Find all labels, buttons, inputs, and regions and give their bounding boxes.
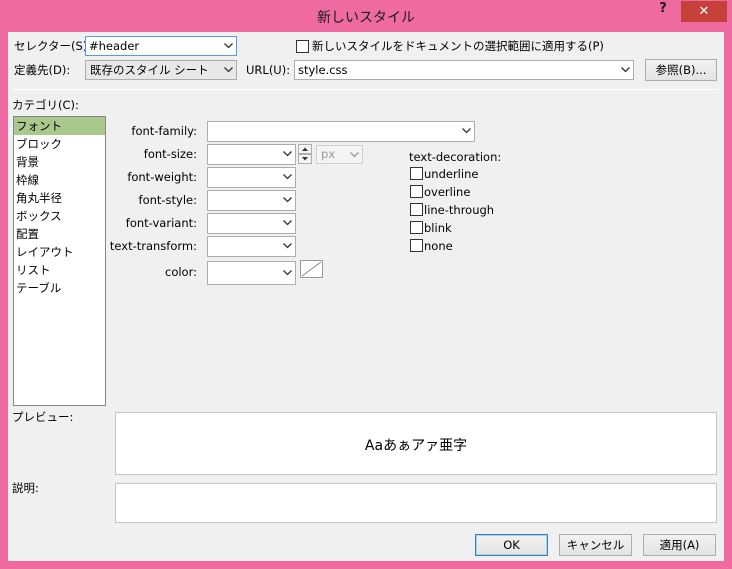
url-combobox[interactable]: style.css — [294, 60, 634, 80]
overline-label: overline — [424, 185, 471, 199]
category-item-font[interactable]: フォント — [14, 117, 105, 135]
separator — [12, 89, 718, 90]
category-item-list[interactable]: リスト — [14, 261, 105, 279]
chevron-down-icon[interactable] — [283, 243, 292, 249]
url-label: URL(U): — [246, 63, 291, 77]
category-item-border-radius[interactable]: 角丸半径 — [14, 189, 105, 207]
category-list[interactable]: フォント ブロック 背景 枠線 角丸半径 ボックス 配置 レイアウト リスト テ… — [13, 116, 106, 406]
define-in-value: 既存のスタイル シート — [90, 63, 209, 77]
font-family-label: font-family: — [131, 124, 197, 138]
category-item-position[interactable]: 配置 — [14, 225, 105, 243]
chevron-down-icon[interactable] — [283, 197, 292, 203]
category-item-block[interactable]: ブロック — [14, 135, 105, 153]
category-item-border[interactable]: 枠線 — [14, 171, 105, 189]
font-size-unit-dropdown: px — [316, 145, 363, 164]
underline-label: underline — [424, 167, 479, 181]
font-size-spinner[interactable] — [298, 144, 312, 164]
line-through-label: line-through — [424, 203, 495, 217]
color-picker-button[interactable] — [300, 260, 323, 278]
font-family-dropdown[interactable] — [207, 121, 475, 142]
dialog-body: セレクター(S): #header 新しいスタイルをドキュメントの選択範囲に適用… — [8, 32, 724, 561]
selector-value: #header — [89, 39, 140, 53]
define-in-label: 定義先(D): — [14, 63, 71, 77]
browse-button[interactable]: 参照(B)... — [645, 59, 717, 81]
title-bar: 新しいスタイル ? ✕ — [0, 0, 732, 32]
font-size-label: font-size: — [143, 147, 197, 161]
text-transform-dropdown[interactable] — [207, 236, 296, 257]
chevron-down-icon[interactable] — [283, 270, 292, 276]
category-item-table[interactable]: テーブル — [14, 279, 105, 297]
description-box — [115, 483, 717, 523]
selector-combobox[interactable]: #header — [85, 36, 237, 56]
blink-checkbox[interactable] — [410, 221, 423, 234]
spin-down-icon[interactable] — [298, 154, 312, 164]
font-weight-dropdown[interactable] — [207, 167, 296, 188]
chevron-down-icon[interactable] — [462, 128, 471, 134]
spin-up-icon[interactable] — [298, 144, 312, 154]
chevron-down-icon[interactable] — [283, 151, 292, 157]
close-button[interactable]: ✕ — [681, 1, 727, 22]
dialog-title: 新しいスタイル — [317, 10, 415, 26]
none-checkbox[interactable] — [410, 239, 423, 252]
chevron-down-icon[interactable] — [283, 174, 292, 180]
preview-box: Aaあぁアァ亜字 — [115, 412, 717, 475]
font-style-dropdown[interactable] — [207, 190, 296, 211]
text-decoration-label: text-decoration: — [409, 150, 502, 164]
font-variant-label: font-variant: — [125, 216, 197, 230]
color-dropdown[interactable] — [207, 261, 296, 285]
chevron-down-icon — [350, 152, 359, 158]
description-label: 説明: — [12, 481, 39, 495]
help-button[interactable]: ? — [648, 1, 678, 23]
blink-label: blink — [424, 221, 452, 235]
unit-value: px — [321, 147, 336, 161]
text-transform-label: text-transform: — [109, 239, 197, 253]
color-label: color: — [165, 265, 197, 279]
selector-label: セレクター(S): — [14, 39, 92, 53]
line-through-checkbox[interactable] — [410, 203, 423, 216]
font-weight-label: font-weight: — [127, 170, 197, 184]
apply-to-selection-checkbox[interactable] — [296, 40, 309, 53]
category-item-background[interactable]: 背景 — [14, 153, 105, 171]
underline-checkbox[interactable] — [410, 167, 423, 180]
category-item-box[interactable]: ボックス — [14, 207, 105, 225]
apply-to-selection-label: 新しいスタイルをドキュメントの選択範囲に適用する(P) — [312, 39, 604, 53]
chevron-down-icon[interactable] — [224, 67, 233, 73]
cancel-button[interactable]: キャンセル — [559, 534, 632, 556]
ok-button[interactable]: OK — [475, 534, 548, 556]
url-value: style.css — [298, 63, 348, 77]
no-color-icon — [301, 261, 322, 277]
none-label: none — [424, 239, 453, 253]
chevron-down-icon[interactable] — [621, 67, 630, 73]
preview-label: プレビュー: — [12, 410, 74, 424]
font-size-dropdown[interactable] — [207, 144, 296, 165]
category-label: カテゴリ(C): — [12, 98, 79, 112]
font-style-label: font-style: — [138, 193, 197, 207]
chevron-down-icon[interactable] — [224, 43, 233, 49]
chevron-down-icon[interactable] — [283, 220, 292, 226]
category-item-layout[interactable]: レイアウト — [14, 243, 105, 261]
apply-button[interactable]: 適用(A) — [643, 534, 716, 556]
define-in-dropdown[interactable]: 既存のスタイル シート — [85, 60, 237, 80]
preview-sample-text: Aaあぁアァ亜字 — [364, 438, 468, 454]
font-variant-dropdown[interactable] — [207, 213, 296, 234]
overline-checkbox[interactable] — [410, 185, 423, 198]
